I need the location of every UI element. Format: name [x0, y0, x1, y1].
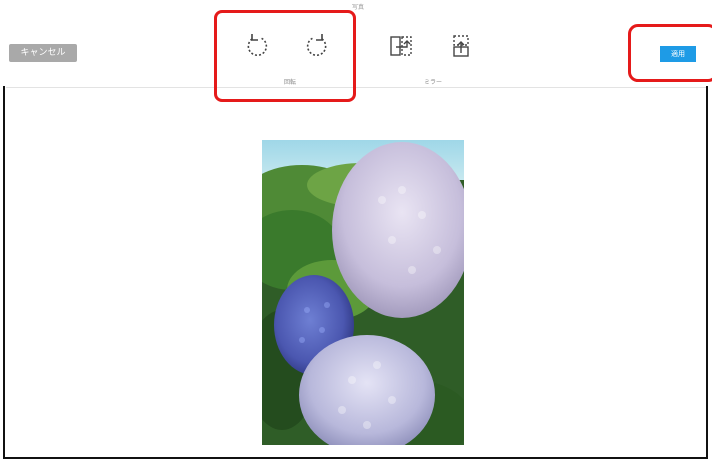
window-title: 写真: [352, 4, 365, 11]
mirror-horizontal-icon: [390, 36, 412, 56]
apply-highlight-box: [628, 24, 712, 82]
rotate-highlight-box: [214, 10, 356, 102]
hydrangea-photo: [262, 140, 464, 445]
editor-toolbar: 写真 キャンセル 回転 ミラー 適用: [0, 0, 712, 86]
mirror-vertical-button[interactable]: [446, 31, 476, 61]
mirror-label: ミラー: [424, 79, 443, 86]
cancel-button[interactable]: キャンセル: [9, 44, 77, 62]
mirror-vertical-icon: [453, 35, 469, 57]
toolbar-divider: [6, 87, 706, 88]
mirror-horizontal-button[interactable]: [386, 31, 416, 61]
